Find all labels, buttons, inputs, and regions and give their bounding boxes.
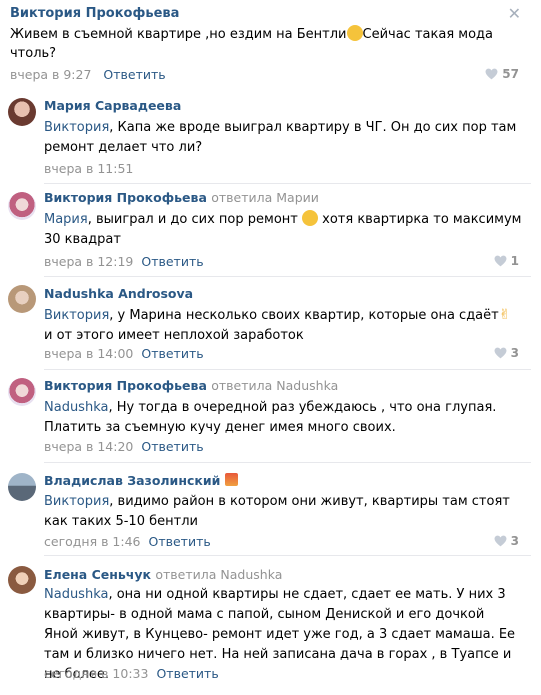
comment-body-cont: и от этого имеет неплохой заработок xyxy=(44,328,304,343)
comment-author[interactable]: Виктория Прокофьева ответила Марии xyxy=(44,190,319,205)
comment-body: , Капа же вроде выиграл квартиру в ЧГ. О… xyxy=(44,120,517,155)
reply-button[interactable]: Ответить xyxy=(141,346,203,361)
grin-emoji-icon xyxy=(302,210,318,226)
like-button[interactable]: 1 xyxy=(494,254,519,268)
comment-meta: вчера в 11:51 xyxy=(44,161,133,176)
heart-icon xyxy=(494,255,507,267)
comment-body: , Ну тогда в очередной раз убеждаюсь , ч… xyxy=(44,400,497,435)
mention-link[interactable]: Виктория xyxy=(44,120,109,135)
comment-author[interactable]: Nadushka Androsova xyxy=(44,286,193,301)
replied-to-label[interactable]: ответила Nadushka xyxy=(211,378,338,393)
mention-link[interactable]: Виктория xyxy=(44,308,109,323)
comment-meta: сегодня в 10:33 Ответить xyxy=(44,666,219,681)
comment-author[interactable]: Елена Сеньчук ответила Nadushka xyxy=(44,567,282,582)
comment-author-name[interactable]: Nadushka Androsova xyxy=(44,286,193,301)
comment-author[interactable]: Виктория Прокофьева ответила Nadushka xyxy=(44,378,338,393)
mention-link[interactable]: Виктория xyxy=(44,494,109,509)
close-icon[interactable]: ✕ xyxy=(508,4,521,23)
like-count: 3 xyxy=(510,346,519,360)
reply-button[interactable]: Ответить xyxy=(156,666,218,681)
like-count: 3 xyxy=(510,534,519,548)
comment-meta: вчера в 14:20 Ответить xyxy=(44,439,204,454)
comment: Владислав Зазолинский Виктория, видимо р… xyxy=(0,463,541,555)
comment-body: , у Марина несколько своих квартир, кото… xyxy=(109,308,499,323)
replied-to-label[interactable]: ответила Nadushka xyxy=(155,567,282,582)
comment-time[interactable]: вчера в 12:19 xyxy=(44,254,133,269)
like-button[interactable]: 3 xyxy=(494,534,519,548)
comment-body: , видимо район в котором они живут, квар… xyxy=(44,494,510,529)
comment-meta: вчера в 14:00 Ответить xyxy=(44,346,204,361)
comment: Виктория Прокофьева ответила Nadushka Na… xyxy=(0,370,541,462)
comment: Виктория Прокофьева ответила Марии Мария… xyxy=(0,184,541,276)
comment-text: Мария, выиграл и до сих пор ремонт хотя … xyxy=(44,210,522,250)
comment-body: , выиграл и до сих пор ремонт xyxy=(87,212,298,227)
avatar[interactable] xyxy=(8,192,36,220)
like-button[interactable]: 3 xyxy=(494,346,519,360)
comment: Мария Сарвадеева Виктория, Капа же вроде… xyxy=(0,90,541,183)
avatar[interactable] xyxy=(8,98,36,126)
comment-time[interactable]: сегодня в 1:46 xyxy=(44,534,141,549)
comment-author[interactable]: Мария Сарвадеева xyxy=(44,98,181,113)
mention-link[interactable]: Nadushka xyxy=(44,587,108,602)
comment: Nadushka Androsova Виктория, у Марина не… xyxy=(0,277,541,369)
comment-text: Nadushka, Ну тогда в очередной раз убежд… xyxy=(44,398,522,438)
comment-text: Виктория, видимо район в котором они жив… xyxy=(44,492,522,532)
post-like-button[interactable]: 57 xyxy=(485,67,519,81)
comment-time[interactable]: вчера в 11:51 xyxy=(44,161,133,176)
avatar[interactable] xyxy=(8,285,36,313)
post-author[interactable]: Виктория Прокофьева xyxy=(10,6,179,21)
sweat-smile-emoji-icon xyxy=(346,25,363,41)
mention-link[interactable]: Мария xyxy=(44,212,88,227)
comment-author-name[interactable]: Виктория Прокофьева xyxy=(44,190,207,205)
comment-author-name[interactable]: Мария Сарвадеева xyxy=(44,98,181,113)
post-reply-button[interactable]: Ответить xyxy=(103,67,165,82)
comment-text: Виктория, у Марина несколько своих кварт… xyxy=(44,305,522,346)
reply-button[interactable]: Ответить xyxy=(141,254,203,269)
comment-author-name[interactable]: Елена Сеньчук xyxy=(44,567,151,582)
like-count: 1 xyxy=(510,254,519,268)
avatar[interactable] xyxy=(8,378,36,406)
comment-meta: вчера в 12:19 Ответить xyxy=(44,254,204,269)
comment-time[interactable]: сегодня в 10:33 xyxy=(44,666,148,681)
comment-time[interactable]: вчера в 14:20 xyxy=(44,439,133,454)
avatar[interactable] xyxy=(8,473,36,501)
comment-meta: сегодня в 1:46 Ответить xyxy=(44,534,211,549)
post-text-part1: Живем в съемной квартире ,но ездим на Бе… xyxy=(10,27,347,42)
heart-icon xyxy=(494,535,507,547)
crossed-fingers-emoji-icon: ✌ xyxy=(498,307,511,323)
post-text: Живем в съемной квартире ,но ездим на Бе… xyxy=(10,25,515,63)
main-post: Виктория Прокофьева ✕ Живем в съемной кв… xyxy=(0,0,541,90)
comment-time[interactable]: вчера в 14:00 xyxy=(44,346,133,361)
reply-button[interactable]: Ответить xyxy=(141,439,203,454)
avatar[interactable] xyxy=(8,566,36,594)
comment-author-name[interactable]: Виктория Прокофьева xyxy=(44,378,207,393)
reply-button[interactable]: Ответить xyxy=(149,534,211,549)
sunset-emoji-icon xyxy=(224,473,238,486)
mention-link[interactable]: Nadushka xyxy=(44,400,108,415)
heart-icon xyxy=(494,347,507,359)
heart-icon xyxy=(485,68,498,80)
comment: Елена Сеньчук ответила Nadushka Nadushka… xyxy=(0,556,541,695)
comment-author-name[interactable]: Владислав Зазолинский xyxy=(44,473,220,488)
replied-to-label[interactable]: ответила Марии xyxy=(211,190,319,205)
post-time[interactable]: вчера в 9:27 xyxy=(10,67,91,82)
post-meta: вчера в 9:27 Ответить xyxy=(10,67,166,82)
comment-author[interactable]: Владислав Зазолинский xyxy=(44,473,238,488)
post-like-count: 57 xyxy=(502,67,519,81)
comment-text: Виктория, Капа же вроде выиграл квартиру… xyxy=(44,118,522,158)
